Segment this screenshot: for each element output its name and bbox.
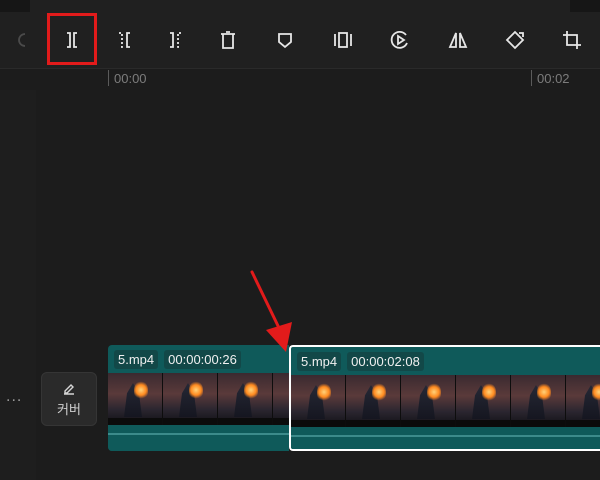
top-strip (0, 0, 600, 13)
cover-button[interactable]: 커버 (41, 372, 97, 426)
play-reverse-icon (390, 30, 408, 49)
ruler-label-end: 00:02 (537, 71, 570, 86)
split-button-highlight (47, 13, 97, 65)
rotate-button[interactable] (492, 12, 538, 68)
marker-icon (278, 33, 292, 49)
crop-icon (563, 31, 581, 49)
video-clip[interactable]: 5.mp4 00:00:00:26 (108, 345, 289, 451)
split-left-icon (119, 32, 130, 48)
clip-filename: 5.mp4 (297, 351, 342, 371)
edit-pencil-icon (64, 383, 74, 395)
ruler-label-start: 00:00 (114, 71, 147, 86)
clip-filename: 5.mp4 (114, 349, 159, 369)
marker-button[interactable] (262, 12, 308, 68)
mirror-button[interactable] (435, 12, 481, 68)
ruler-tick (108, 70, 109, 86)
reverse-button[interactable] (377, 12, 423, 68)
video-clip-selected[interactable]: 5.mp4 00:00:02:08 (289, 345, 600, 451)
clip-header: 5.mp4 00:00:00:26 (108, 345, 289, 373)
freeze-frame-icon (334, 32, 352, 48)
thumbnail-frame (163, 373, 218, 425)
thumbnail-frame (273, 373, 289, 425)
thumbnail-frame (108, 373, 163, 425)
clip-thumbnails (108, 373, 289, 425)
thumbnail-frame (346, 375, 401, 427)
freeze-frame-button[interactable] (320, 12, 366, 68)
timeline-ruler: 00:00 00:02 (0, 68, 600, 90)
thumbnail-frame (511, 375, 566, 427)
clip-duration: 00:00:02:08 (347, 351, 424, 371)
ruler-tick (531, 70, 532, 86)
clip-duration: 00:00:00:26 (164, 349, 241, 369)
mirror-icon (448, 32, 468, 48)
clip-audio-strip (291, 427, 600, 449)
more-options-button[interactable]: ... (6, 388, 22, 406)
clip-thumbnails (291, 375, 600, 427)
delete-icon (221, 31, 235, 49)
thumbnail-frame (456, 375, 511, 427)
delete-button[interactable] (205, 12, 251, 68)
thumbnail-frame (566, 375, 600, 427)
thumbnail-frame (291, 375, 346, 427)
cover-label: 커버 (57, 401, 81, 417)
clip-header: 5.mp4 00:00:02:08 (291, 347, 600, 375)
rotate-icon (505, 30, 525, 50)
split-left-button[interactable] (102, 12, 148, 68)
thumbnail-frame (401, 375, 456, 427)
thumbnail-frame (218, 373, 273, 425)
clip-audio-strip (108, 425, 289, 451)
crop-button[interactable] (549, 12, 595, 68)
undo-button[interactable] (0, 12, 44, 68)
undo-icon (18, 33, 26, 47)
split-right-icon (170, 32, 181, 48)
track-header-column (0, 90, 36, 480)
split-right-button[interactable] (152, 12, 198, 68)
